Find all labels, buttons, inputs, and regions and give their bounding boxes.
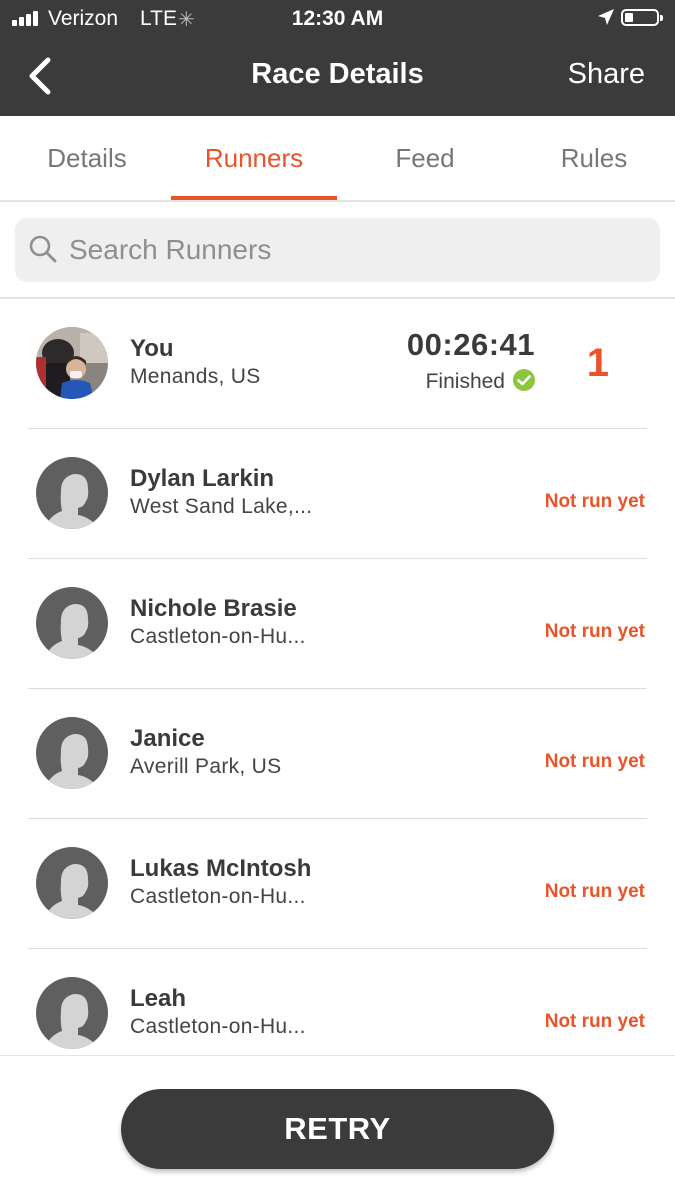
tab-details[interactable]: Details (3, 116, 171, 200)
runner-name: You (130, 335, 174, 362)
search-icon (29, 235, 57, 263)
runner-location: Castleton-on-Hu... (130, 885, 306, 908)
finish-status: Finished (426, 369, 535, 394)
share-button[interactable]: Share (568, 58, 645, 91)
bottom-action-bar: RETRY (0, 1055, 675, 1201)
runner-location: Castleton-on-Hu... (130, 625, 306, 648)
tab-bar: Details Runners Feed Rules (0, 116, 675, 202)
checkmark-circle-icon (513, 369, 535, 391)
runner-location: West Sand Lake,... (130, 495, 313, 518)
battery-icon (621, 9, 663, 26)
runner-location: Castleton-on-Hu... (130, 1015, 306, 1038)
top-bar: Verizon LTE ✳ 12:30 AM Race Details Shar… (0, 0, 675, 116)
runner-row[interactable]: Nichole Brasie Castleton-on-Hu... Not ru… (0, 559, 675, 689)
runner-name: Nichole Brasie (130, 595, 297, 622)
runner-row[interactable]: Dylan Larkin West Sand Lake,... Not run … (0, 429, 675, 559)
rank-number: 1 (586, 341, 609, 385)
status-time: 12:30 AM (291, 7, 384, 30)
tab-runners[interactable]: Runners (170, 116, 338, 200)
runner-row-you[interactable]: You Menands, US 00:26:41 Finished 1 (0, 299, 675, 429)
default-avatar-icon (36, 587, 108, 659)
tab-rules[interactable]: Rules (510, 116, 675, 200)
retry-button[interactable]: RETRY (121, 1089, 554, 1169)
search-bar[interactable] (15, 218, 660, 282)
not-run-status: Not run yet (544, 621, 645, 642)
tab-feed[interactable]: Feed (341, 116, 509, 200)
not-run-status: Not run yet (544, 1011, 645, 1032)
search-section (0, 202, 675, 299)
runners-list: You Menands, US 00:26:41 Finished 1 Dyla… (0, 299, 675, 1055)
runner-name: Lukas McIntosh (130, 855, 312, 882)
runner-name: Leah (130, 985, 187, 1012)
not-run-status: Not run yet (544, 491, 645, 512)
not-run-status: Not run yet (544, 751, 645, 772)
runner-row[interactable]: Lukas McIntosh Castleton-on-Hu... Not ru… (0, 819, 675, 949)
runner-location: Menands, US (130, 365, 261, 388)
default-avatar-icon (36, 457, 108, 529)
finish-time: 00:26:41 (406, 327, 535, 362)
location-arrow-icon (598, 9, 614, 25)
runner-name: Janice (130, 725, 205, 752)
runner-name: Dylan Larkin (130, 465, 275, 492)
runner-location: Averill Park, US (130, 755, 282, 778)
user-photo-avatar (36, 327, 108, 399)
default-avatar-icon (36, 717, 108, 789)
default-avatar-icon (36, 847, 108, 919)
runner-row[interactable]: Janice Averill Park, US Not run yet (0, 689, 675, 819)
status-bar: Verizon LTE ✳ 12:30 AM (0, 0, 675, 38)
search-input[interactable] (69, 218, 639, 282)
default-avatar-icon (36, 977, 108, 1049)
finish-status-label: Finished (425, 370, 505, 393)
runner-row[interactable]: Leah Castleton-on-Hu... Not run yet (0, 949, 675, 1055)
not-run-status: Not run yet (544, 881, 645, 902)
